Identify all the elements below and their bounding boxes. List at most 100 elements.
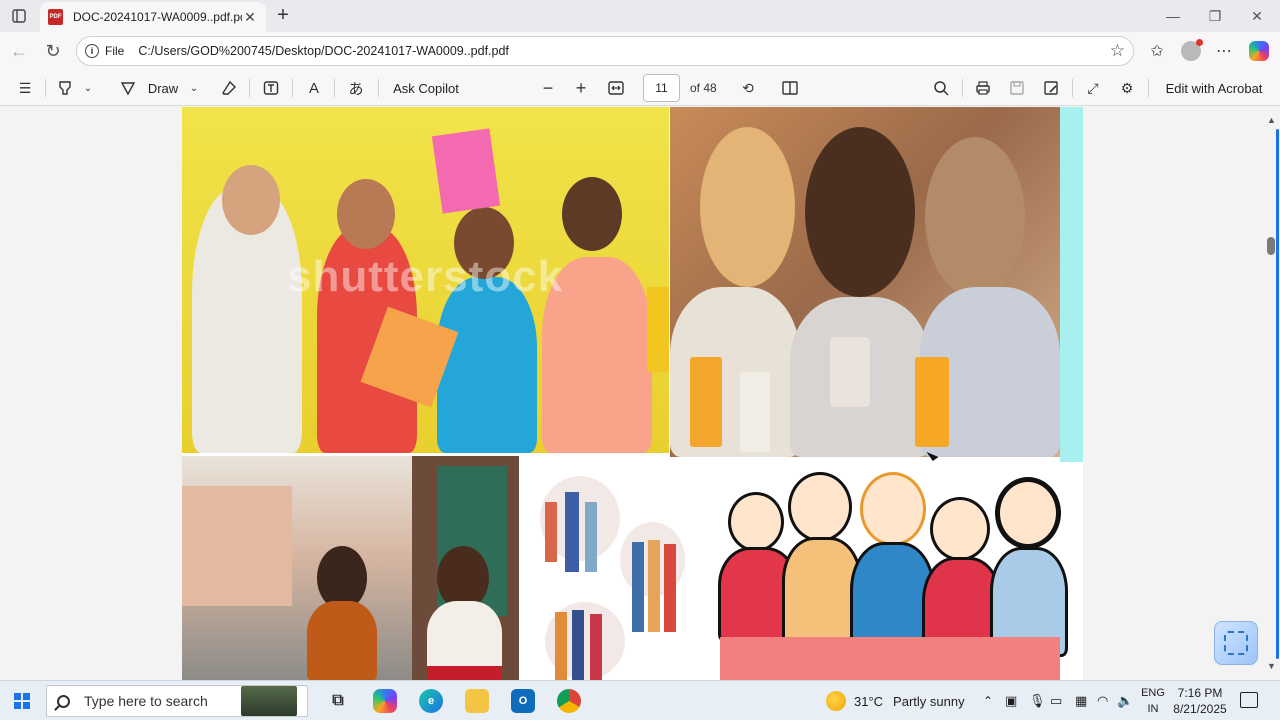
browser-tab[interactable]: PDF DOC-20241017-WA0009..pdf.pdf ✕	[40, 2, 266, 32]
watermark-text: shutterstock	[287, 252, 564, 301]
more-menu-icon[interactable]: ⋯	[1213, 40, 1235, 62]
save-icon[interactable]	[1006, 77, 1028, 99]
toolbar-divider	[1148, 79, 1149, 97]
new-tab-button[interactable]: +	[272, 4, 294, 26]
favorites-icon[interactable]: ✩	[1146, 40, 1168, 62]
tab-title: DOC-20241017-WA0009..pdf.pdf	[73, 10, 242, 24]
search-highlight-image	[241, 686, 297, 716]
cartoon-head	[860, 472, 926, 546]
avatar	[1181, 39, 1203, 61]
tab-actions-icon[interactable]	[8, 5, 30, 27]
device-icon[interactable]: ▦	[1075, 681, 1087, 720]
draw-icon[interactable]	[116, 77, 140, 99]
document-viewer[interactable]: shutterstock	[0, 107, 1263, 680]
highlight-options-chevron-icon[interactable]: ⌄	[80, 77, 96, 99]
page-edge-strip	[1060, 107, 1083, 463]
eraser-icon[interactable]	[218, 77, 240, 99]
taskbar-search-box[interactable]: Type here to search	[46, 685, 308, 717]
search-icon	[57, 694, 70, 708]
file-explorer-icon[interactable]	[465, 689, 489, 713]
pdf-file-icon: PDF	[48, 9, 63, 25]
zoom-in-button[interactable]: +	[571, 77, 591, 99]
refresh-button[interactable]: ↻	[42, 40, 64, 62]
juice-glass	[690, 357, 722, 447]
save-as-icon[interactable]	[1040, 77, 1062, 99]
weather-temp: 31°C	[854, 693, 884, 709]
cartoon-head	[930, 497, 990, 561]
juice-glass	[915, 357, 949, 447]
figure-head	[925, 137, 1025, 297]
back-button[interactable]: ←	[8, 40, 30, 62]
battery-icon[interactable]: ▭	[1050, 681, 1062, 720]
scroll-thumb[interactable]	[1267, 237, 1275, 255]
shopping-bag	[647, 287, 669, 372]
clock[interactable]: 7:16 PM 8/21/2025	[1168, 685, 1232, 717]
language-indicator[interactable]: ENG IN	[1136, 685, 1170, 717]
info-icon[interactable]: i	[85, 44, 99, 58]
task-view-icon[interactable]: ⧉	[326, 689, 350, 713]
minimize-window-button[interactable]: —	[1152, 0, 1194, 32]
screenshot-tool-button[interactable]	[1214, 621, 1258, 665]
add-text-icon[interactable]	[260, 77, 282, 99]
figure-head	[222, 165, 280, 235]
restore-window-button[interactable]: ❐	[1194, 0, 1236, 32]
search-placeholder: Type here to search	[84, 693, 208, 709]
address-field[interactable]: i File C:/Users/GOD%200745/Desktop/DOC-2…	[76, 36, 1134, 66]
draw-button[interactable]: Draw	[143, 77, 183, 99]
settings-gear-icon[interactable]: ⚙	[1116, 77, 1138, 99]
translate-icon[interactable]: あ	[344, 77, 368, 99]
favorite-star-icon[interactable]: ☆	[1110, 41, 1125, 61]
scroll-up-icon[interactable]: ▲	[1266, 115, 1277, 126]
chrome-browser-icon[interactable]	[557, 689, 581, 713]
close-window-button[interactable]: ✕	[1236, 0, 1278, 32]
contents-list-icon[interactable]: ☰	[14, 77, 36, 99]
scroll-down-icon[interactable]: ▼	[1266, 661, 1277, 672]
draw-options-chevron-icon[interactable]: ⌄	[186, 77, 202, 99]
microphone-icon[interactable]: 🎙	[1029, 681, 1046, 720]
copilot-icon	[1249, 41, 1269, 61]
notification-center-icon[interactable]	[1240, 692, 1258, 708]
print-icon[interactable]	[972, 77, 994, 99]
zoom-out-button[interactable]: −	[538, 77, 558, 99]
rotate-icon[interactable]: ⟲	[737, 77, 759, 99]
illustration-figure	[590, 614, 602, 680]
profile-button[interactable]	[1180, 39, 1203, 62]
toolbar-divider	[292, 79, 293, 97]
fit-to-width-icon[interactable]	[605, 77, 627, 99]
ask-copilot-button[interactable]: Ask Copilot	[390, 77, 462, 99]
language-code: ENG	[1141, 687, 1165, 699]
weather-widget[interactable]: 31°C Partly sunny	[826, 681, 965, 720]
toolbar-divider	[1072, 79, 1073, 97]
scroll-track[interactable]	[1276, 129, 1279, 659]
edge-browser-icon[interactable]: e	[419, 689, 443, 713]
clock-date: 8/21/2025	[1173, 702, 1227, 716]
wifi-icon[interactable]: ◠	[1097, 681, 1108, 720]
figure-head	[805, 127, 915, 297]
meet-now-icon[interactable]: ▣	[1005, 681, 1017, 720]
vertical-scrollbar[interactable]: ▲ ▼	[1263, 107, 1280, 680]
language-region: IN	[1147, 703, 1159, 715]
illustration-figure	[664, 544, 676, 632]
copilot-button[interactable]	[1248, 40, 1270, 62]
close-tab-icon[interactable]: ✕	[242, 9, 258, 26]
show-hidden-icons-chevron-icon[interactable]: ⌃	[983, 681, 993, 720]
full-screen-icon[interactable]: ⤢	[1082, 77, 1104, 99]
volume-icon[interactable]: 🔈	[1117, 681, 1133, 720]
url-text[interactable]: C:/Users/GOD%200745/Desktop/DOC-20241017…	[138, 44, 1109, 58]
copilot-taskbar-icon[interactable]	[373, 689, 397, 713]
find-search-icon[interactable]	[930, 77, 952, 99]
photo-shopping-women: shutterstock	[182, 107, 669, 453]
illustration-figure	[565, 492, 579, 572]
page-view-icon[interactable]	[779, 77, 801, 99]
tab-strip: PDF DOC-20241017-WA0009..pdf.pdf ✕ + — ❐…	[0, 0, 1280, 32]
read-aloud-icon[interactable]: A	[302, 77, 326, 99]
page-number-input[interactable]: 11	[643, 74, 680, 102]
url-scheme-label: File	[105, 44, 125, 58]
highlight-icon[interactable]	[54, 77, 76, 99]
weather-condition: Partly sunny	[893, 693, 965, 709]
shopping-bag	[431, 128, 501, 214]
windows-start-button[interactable]	[14, 693, 30, 709]
figure	[437, 277, 537, 453]
edit-with-acrobat-button[interactable]: Edit with Acrobat	[1160, 77, 1268, 99]
outlook-icon[interactable]: O	[511, 689, 535, 713]
